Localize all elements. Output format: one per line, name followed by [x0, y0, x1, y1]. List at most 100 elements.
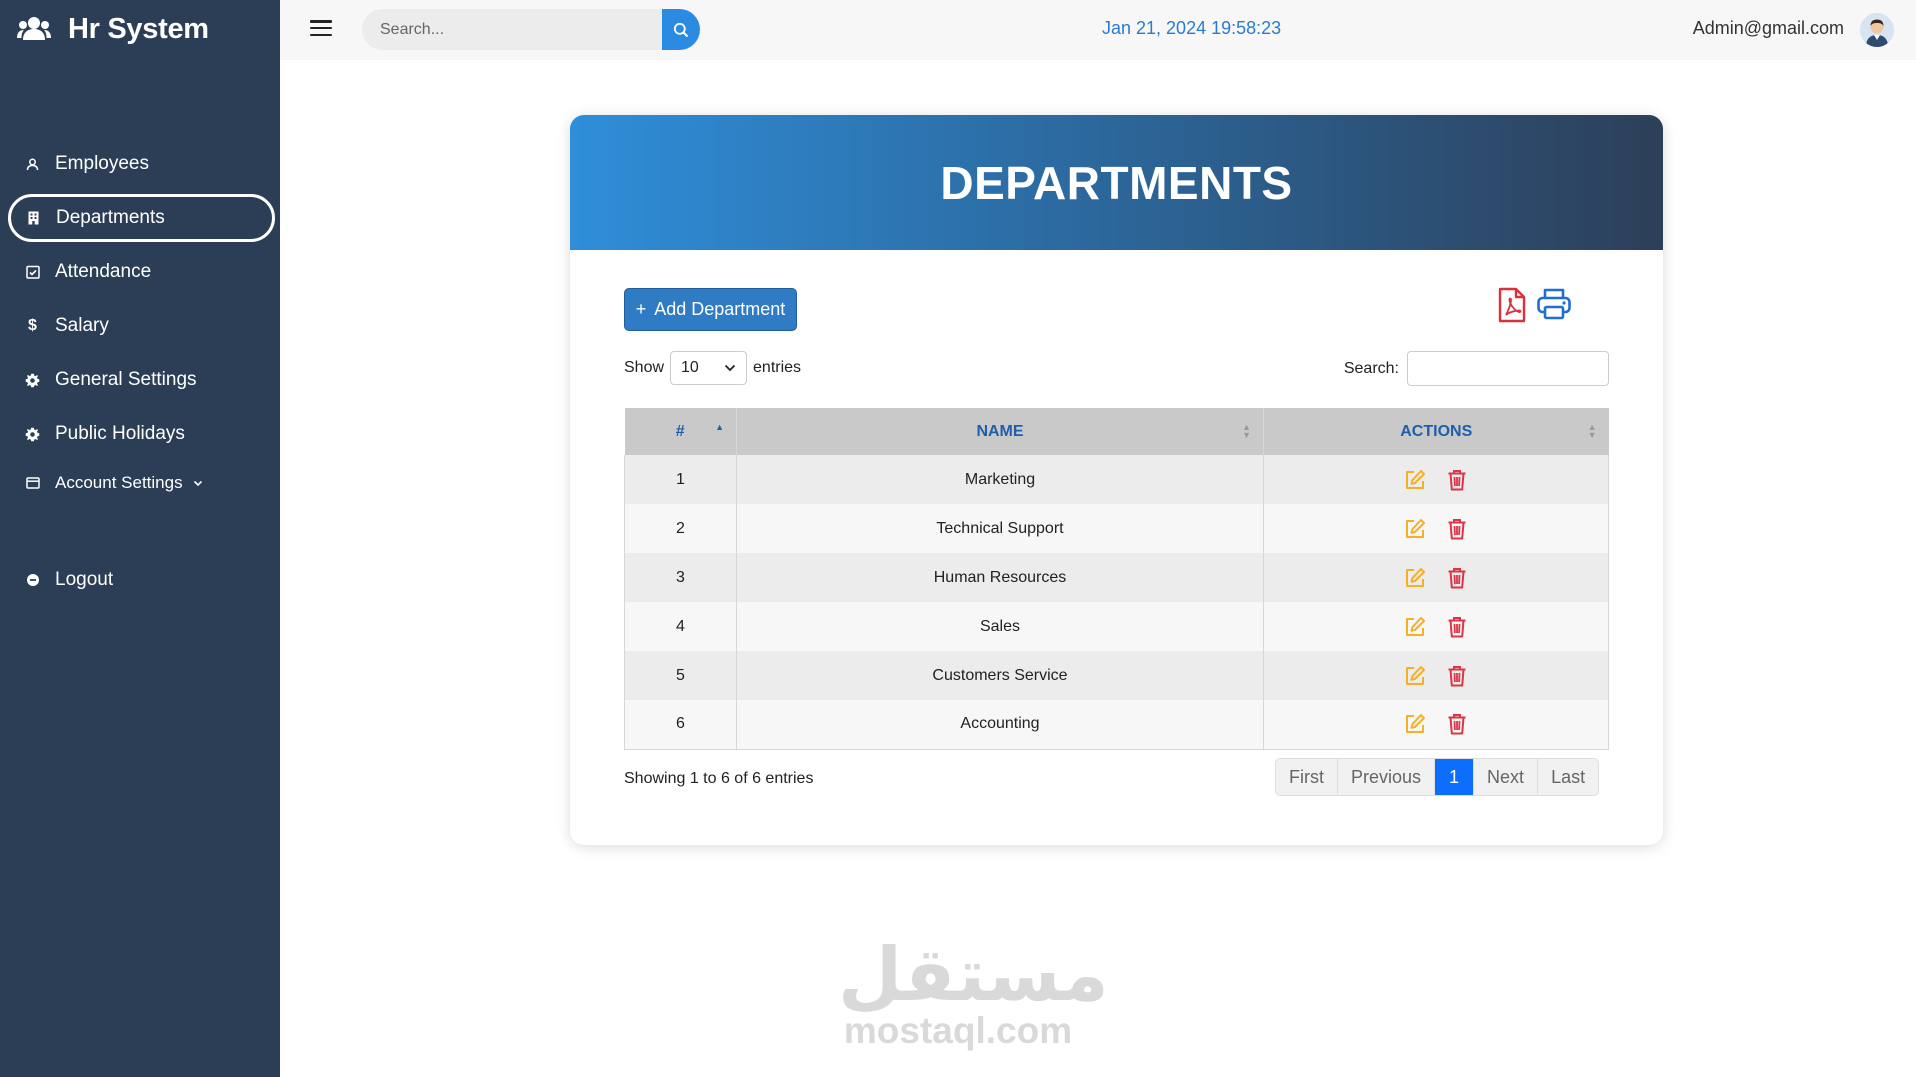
sidebar-item-salary[interactable]: $ Salary: [0, 299, 280, 353]
employees-icon: [24, 156, 41, 173]
column-header-number[interactable]: # ▲: [624, 408, 737, 455]
table-filter: Search:: [1344, 351, 1609, 386]
pagination: First Previous 1 Next Last: [1275, 758, 1600, 796]
pagination-last[interactable]: Last: [1538, 759, 1598, 795]
delete-icon[interactable]: [1445, 566, 1469, 590]
delete-icon[interactable]: [1445, 615, 1469, 639]
user-email[interactable]: Admin@gmail.com: [1693, 18, 1844, 39]
cell-actions: [1263, 700, 1609, 750]
cell-number: 6: [624, 700, 737, 750]
pagination-page-1[interactable]: 1: [1435, 759, 1475, 795]
chevron-down-icon: [724, 364, 736, 372]
table-body: 1 Marketing 2 Technical Support 3 Human Resou…: [624, 455, 1609, 750]
topbar: Jan 21, 2024 19:58:23 Admin@gmail.com: [280, 0, 1916, 60]
sort-icon: ▲ ▼: [1242, 422, 1251, 440]
delete-icon[interactable]: [1445, 468, 1469, 492]
edit-icon[interactable]: [1403, 712, 1427, 736]
print-button[interactable]: [1536, 287, 1572, 321]
table-row: 5 Customers Service: [624, 651, 1609, 700]
plus-icon: +: [635, 299, 647, 319]
chevron-down-icon: [193, 476, 203, 490]
cell-actions: [1263, 504, 1609, 553]
avatar[interactable]: [1860, 13, 1894, 47]
edit-icon[interactable]: [1403, 468, 1427, 492]
entries-select-value: 10: [681, 359, 699, 376]
departments-card: DEPARTMENTS + Add Department Show 10 ent…: [570, 115, 1663, 845]
sidebar-item-label: Departments: [56, 207, 165, 228]
search-input[interactable]: [362, 9, 664, 50]
cell-name: Human Resources: [736, 553, 1264, 602]
sidebar-item-departments-wrap: Departments: [0, 191, 280, 245]
cell-actions: [1263, 651, 1609, 700]
edit-icon[interactable]: [1403, 517, 1427, 541]
departments-table: # ▲ NAME ▲ ▼ ACTIONS ▲ ▼ 1 Marketing 2 Techni…: [624, 408, 1609, 750]
cell-number: 5: [624, 651, 737, 700]
delete-icon[interactable]: [1445, 517, 1469, 541]
column-header-label: ACTIONS: [1400, 422, 1473, 440]
global-search: [362, 9, 702, 50]
card-header: DEPARTMENTS: [570, 115, 1663, 250]
sidebar-item-label: Public Holidays: [55, 423, 185, 444]
column-header-actions[interactable]: ACTIONS ▲ ▼: [1263, 408, 1609, 455]
sidebar-item-attendance[interactable]: Attendance: [0, 245, 280, 299]
page-length-control: Show 10 entries: [624, 351, 801, 385]
delete-icon[interactable]: [1445, 712, 1469, 736]
cell-actions: [1263, 602, 1609, 651]
pagination-previous[interactable]: Previous: [1338, 759, 1436, 795]
pdf-icon: [1498, 287, 1526, 323]
column-header-name[interactable]: NAME ▲ ▼: [736, 408, 1264, 455]
watermark: مستقل mostaql.com: [838, 935, 1109, 1051]
sidebar-item-label: Salary: [55, 315, 109, 336]
search-button[interactable]: [662, 9, 700, 50]
entries-label: entries: [753, 359, 802, 376]
cell-name: Sales: [736, 602, 1264, 651]
column-header-label: #: [675, 422, 685, 440]
menu-toggle-icon[interactable]: [310, 19, 332, 37]
sidebar-item-departments[interactable]: Departments: [8, 194, 275, 242]
sidebar-item-employees[interactable]: Employees: [0, 137, 280, 191]
sort-icon: ▲ ▼: [1587, 422, 1597, 440]
delete-icon[interactable]: [1445, 664, 1469, 688]
edit-icon[interactable]: [1403, 566, 1427, 590]
cell-name: Technical Support: [736, 504, 1264, 553]
brand[interactable]: Hr System: [0, 0, 280, 58]
gear-icon: [24, 426, 41, 443]
gear-icon: [24, 372, 41, 389]
sidebar-item-account-settings[interactable]: Account Settings: [0, 461, 280, 505]
cell-actions: [1263, 455, 1609, 504]
table-info: Showing 1 to 6 of 6 entries: [624, 770, 814, 787]
table-search-label: Search:: [1343, 359, 1399, 377]
printer-icon: [1537, 288, 1571, 320]
sidebar-item-label: Attendance: [55, 261, 152, 282]
show-label: Show: [624, 359, 665, 376]
table-header-row: # ▲ NAME ▲ ▼ ACTIONS ▲ ▼: [624, 408, 1609, 455]
table-row: 1 Marketing: [624, 455, 1609, 504]
pagination-first[interactable]: First: [1276, 759, 1338, 795]
sidebar-item-public-holidays[interactable]: Public Holidays: [0, 407, 280, 461]
sidebar-item-general-settings[interactable]: General Settings: [0, 353, 280, 407]
table-row: 2 Technical Support: [624, 504, 1609, 553]
table-search-input[interactable]: [1407, 351, 1609, 386]
user-avatar-icon: [1860, 13, 1894, 47]
add-department-button[interactable]: + Add Department: [624, 288, 797, 331]
current-datetime: Jan 21, 2024 19:58:23: [1102, 18, 1282, 38]
sidebar-item-label: General Settings: [55, 369, 197, 390]
brand-title: Hr System: [68, 12, 209, 45]
cell-number: 4: [624, 602, 737, 651]
add-department-label: Add Department: [654, 299, 786, 319]
entries-select[interactable]: 10: [670, 351, 748, 385]
export-pdf-button[interactable]: [1497, 287, 1527, 323]
edit-icon[interactable]: [1403, 664, 1427, 688]
cell-number: 2: [624, 504, 737, 553]
column-header-label: NAME: [976, 422, 1024, 440]
table-row: 6 Accounting: [624, 700, 1609, 750]
sidebar-item-logout[interactable]: Logout: [0, 553, 280, 607]
edit-icon[interactable]: [1403, 615, 1427, 639]
cell-actions: [1263, 553, 1609, 602]
sidebar-item-label: Logout: [55, 569, 114, 590]
search-icon: [673, 22, 689, 37]
table-row: 3 Human Resources: [624, 553, 1609, 602]
sidebar-nav: Employees Departments Attendance $ Salar…: [0, 137, 280, 607]
pagination-next[interactable]: Next: [1474, 759, 1539, 795]
dollar-icon: $: [28, 317, 37, 334]
